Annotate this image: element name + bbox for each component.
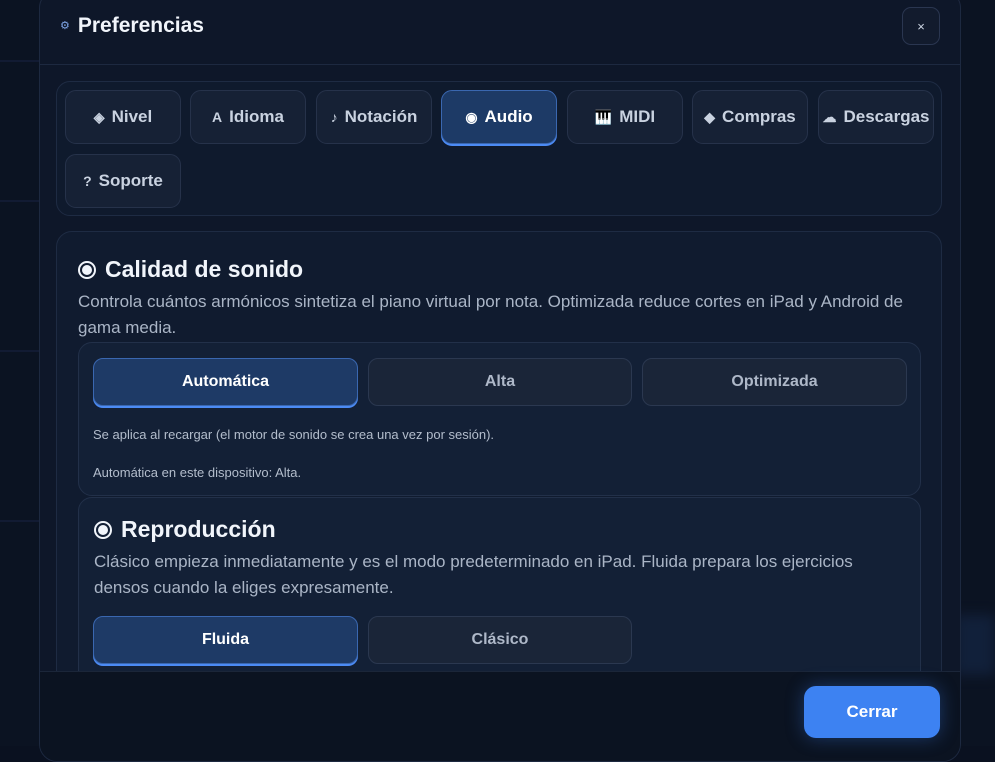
quality-option-alta[interactable]: Alta — [368, 358, 632, 406]
dialog-title-text: Preferencias — [77, 14, 204, 37]
gear-icon: ⚙ — [60, 19, 70, 32]
radio-icon — [94, 520, 112, 539]
playback-option-clasico[interactable]: Clásico — [368, 616, 632, 664]
playback-card: Reproducción Clásico empieza inmediatame… — [78, 497, 921, 671]
backdrop-line — [0, 350, 40, 352]
audio-settings-section: Calidad de sonido Controla cuántos armón… — [56, 231, 942, 671]
tab-compras[interactable]: ◆ Compras — [692, 90, 808, 144]
playback-title: Reproducción — [121, 516, 276, 542]
dialog-title: ⚙ Preferencias — [60, 1, 204, 51]
quality-device-note: Automática en este dispositivo: Alta. — [93, 465, 302, 480]
backdrop-line — [0, 200, 40, 202]
dialog-body: ◈ Nivel A Idioma ♪ Notación ◉ Audio 🎹 MI… — [40, 65, 960, 671]
quality-options-card: Automática Alta Optimizada Se aplica al … — [78, 342, 921, 496]
tab-descargas[interactable]: ☁ Descargas — [818, 90, 934, 144]
tab-label: MIDI — [619, 107, 656, 126]
close-button[interactable]: × — [902, 7, 940, 45]
preferences-dialog: ⚙ Preferencias × ◈ Nivel A Idioma ♪ Nota… — [39, 0, 961, 762]
diamond-small-icon: ◆ — [704, 108, 716, 125]
tab-idioma[interactable]: A Idioma — [190, 90, 306, 144]
tab-soporte[interactable]: ? Soporte — [65, 154, 181, 208]
dialog-header: ⚙ Preferencias × — [40, 1, 960, 65]
backdrop-line — [0, 520, 40, 522]
cloud-icon: ☁ — [822, 108, 837, 125]
tab-label: Notación — [344, 107, 418, 126]
tab-label: Descargas — [843, 107, 930, 126]
tab-label: Idioma — [229, 107, 284, 126]
help-icon: ? — [83, 173, 92, 189]
tab-audio[interactable]: ◉ Audio — [441, 90, 557, 144]
quality-reload-note: Se aplica al recargar (el motor de sonid… — [93, 427, 495, 442]
quality-heading: Calidad de sonido — [78, 256, 303, 283]
diamond-icon: ◈ — [93, 108, 105, 125]
quality-option-automatica[interactable]: Automática — [93, 358, 358, 406]
language-icon: A — [212, 109, 223, 125]
tab-notacion[interactable]: ♪ Notación — [316, 90, 432, 144]
tab-midi[interactable]: 🎹 MIDI — [567, 90, 683, 144]
tab-bar: ◈ Nivel A Idioma ♪ Notación ◉ Audio 🎹 MI… — [56, 81, 942, 216]
radio-icon — [78, 260, 96, 279]
playback-description: Clásico empieza inmediatamente y es el m… — [94, 552, 853, 597]
radio-icon: ◉ — [465, 108, 478, 125]
dialog-footer: Cerrar — [40, 671, 960, 761]
quality-title: Calidad de sonido — [105, 256, 304, 282]
quality-description: Controla cuántos armónicos sintetiza el … — [78, 292, 903, 337]
tab-label: Soporte — [98, 171, 163, 190]
playback-option-fluida[interactable]: Fluida — [93, 616, 358, 664]
backdrop-line — [0, 60, 40, 62]
playback-heading: Reproducción — [94, 516, 276, 543]
close-dialog-button[interactable]: Cerrar — [804, 686, 940, 738]
backdrop-glow — [955, 615, 995, 675]
tab-nivel[interactable]: ◈ Nivel — [65, 90, 181, 144]
music-note-icon: ♪ — [330, 109, 338, 125]
tab-label: Nivel — [111, 107, 153, 126]
tab-label: Audio — [484, 107, 533, 126]
tab-label: Compras — [722, 107, 796, 126]
quality-option-optimizada[interactable]: Optimizada — [642, 358, 907, 406]
piano-icon: 🎹 — [594, 108, 613, 125]
